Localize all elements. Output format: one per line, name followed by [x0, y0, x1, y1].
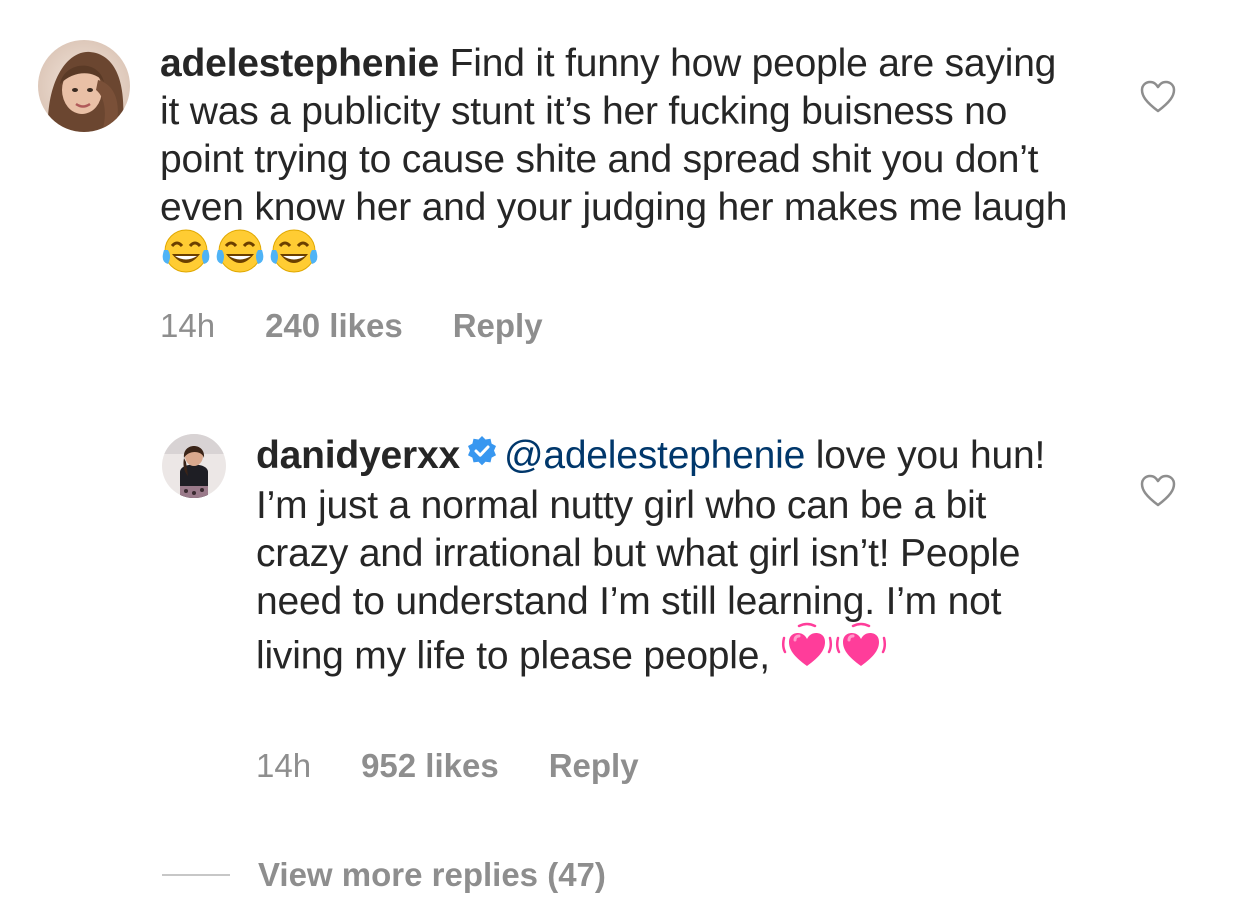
reply-meta: 14h 952 likes Reply [256, 746, 689, 786]
view-more-replies-button[interactable]: View more replies (47) [162, 856, 606, 894]
reply-button[interactable]: Reply [549, 747, 639, 784]
divider-line [162, 874, 230, 876]
tears-of-joy-emoji [214, 228, 266, 286]
reply-timestamp: 14h [256, 747, 312, 784]
reply-username[interactable]: danidyerxx [256, 434, 460, 477]
verified-badge-icon [466, 431, 498, 479]
comment-timestamp: 14h [160, 307, 216, 344]
comment-username[interactable]: adelestephenie [160, 42, 439, 85]
reply-button[interactable]: Reply [453, 307, 543, 344]
comment-likes[interactable]: 240 likes [265, 307, 403, 344]
tears-of-joy-emoji [268, 228, 320, 286]
avatar-danidyerxx[interactable] [162, 434, 226, 498]
like-heart-icon[interactable] [1140, 474, 1176, 513]
tears-of-joy-emoji [160, 228, 212, 286]
comment-meta: 14h 240 likes Reply [160, 306, 593, 346]
reply-body: danidyerxx @adelestephenie love you hun! … [256, 432, 1076, 690]
avatar-adelestephenie[interactable] [38, 40, 130, 132]
like-heart-icon[interactable] [1140, 80, 1176, 119]
reply-mention-link[interactable]: @adelestephenie [504, 434, 805, 477]
view-more-replies-label: View more replies (47) [258, 856, 606, 893]
reply-likes[interactable]: 952 likes [361, 747, 499, 784]
growing-heart-emoji [835, 622, 887, 686]
growing-heart-emoji [781, 622, 833, 686]
comment-body: adelestephenie Find it funny how people … [160, 40, 1080, 290]
